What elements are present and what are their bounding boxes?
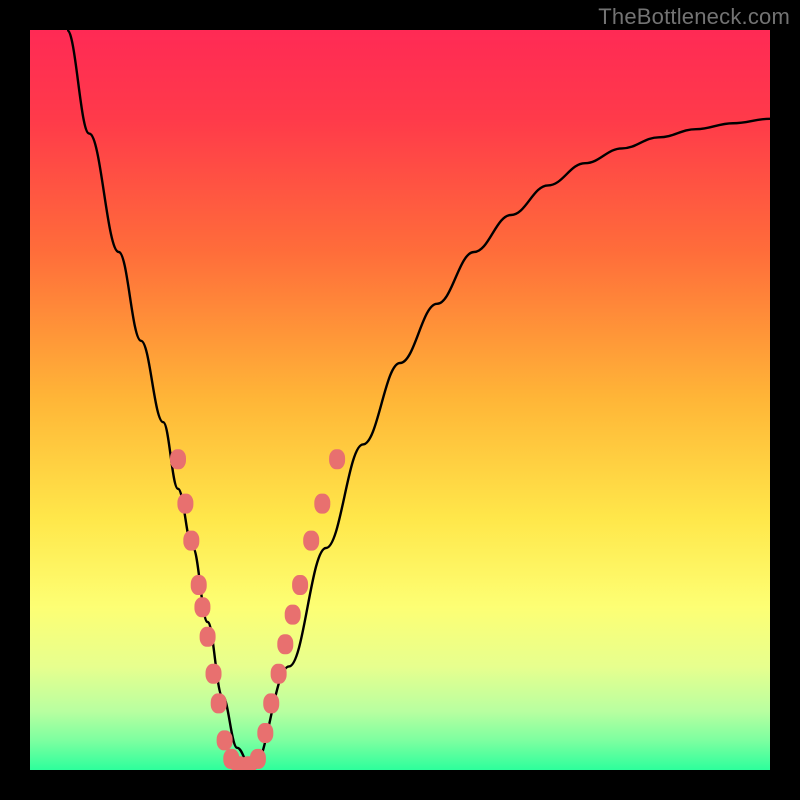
data-point <box>183 531 199 551</box>
data-point <box>250 749 266 769</box>
data-point <box>285 605 301 625</box>
data-point <box>263 693 279 713</box>
chart-frame: TheBottleneck.com <box>0 0 800 800</box>
data-point <box>194 597 210 617</box>
data-point <box>206 664 222 684</box>
data-point <box>277 634 293 654</box>
data-point <box>200 627 216 647</box>
data-point-markers <box>30 30 770 770</box>
data-point <box>292 575 308 595</box>
data-point <box>170 449 186 469</box>
plot-area <box>30 30 770 770</box>
data-point <box>211 693 227 713</box>
data-point <box>257 723 273 743</box>
watermark-text: TheBottleneck.com <box>598 4 790 30</box>
data-point <box>314 494 330 514</box>
data-point <box>217 730 233 750</box>
data-point <box>329 449 345 469</box>
data-point <box>303 531 319 551</box>
data-point <box>177 494 193 514</box>
data-point <box>271 664 287 684</box>
data-point <box>191 575 207 595</box>
